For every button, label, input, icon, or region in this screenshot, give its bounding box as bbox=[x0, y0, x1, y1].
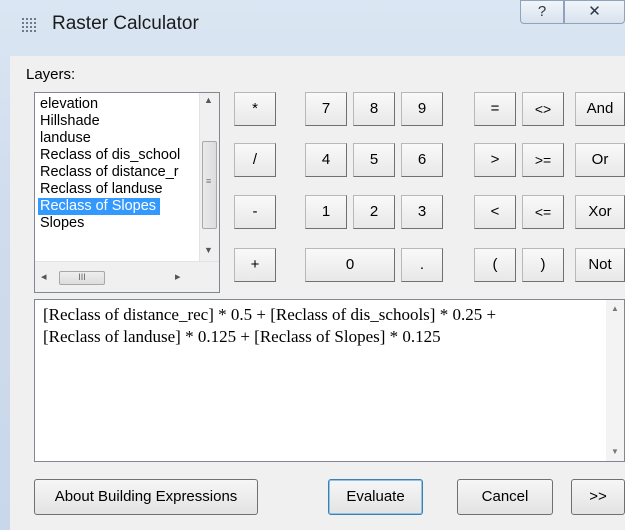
close-paren-button[interactable]: ) bbox=[522, 248, 564, 282]
about-expressions-button[interactable]: About Building Expressions bbox=[34, 479, 258, 515]
scroll-up-icon[interactable]: ▲ bbox=[204, 95, 213, 105]
layers-hscroll-thumb[interactable]: III bbox=[59, 271, 105, 285]
layer-item-slopes[interactable]: Slopes bbox=[40, 215, 88, 232]
layer-item-reclass-slopes[interactable]: Reclass of Slopes bbox=[38, 198, 161, 215]
layers-horizontal-scrollbar[interactable]: ◂ III ▸ bbox=[35, 261, 219, 292]
not-button[interactable]: Not bbox=[575, 248, 625, 282]
equals-button[interactable]: = bbox=[474, 92, 516, 126]
help-icon: ? bbox=[537, 3, 547, 20]
layers-label: Layers: bbox=[26, 66, 76, 83]
expression-editor[interactable]: [Reclass of distance_rec] * 0.5 + [Recla… bbox=[34, 299, 625, 462]
less-equal-button[interactable]: <= bbox=[522, 195, 564, 229]
digit-2-button[interactable]: 2 bbox=[353, 195, 395, 229]
evaluate-button[interactable]: Evaluate bbox=[328, 479, 423, 515]
expression-scrollbar[interactable]: ▲ ▼ bbox=[606, 300, 624, 461]
digit-9-button[interactable]: 9 bbox=[401, 92, 443, 126]
grip-icon: ≡ bbox=[206, 176, 212, 186]
digit-8-button[interactable]: 8 bbox=[353, 92, 395, 126]
greater-equal-button[interactable]: >= bbox=[522, 143, 564, 177]
scroll-right-icon[interactable]: ▸ bbox=[175, 270, 181, 283]
layers-vscroll-thumb[interactable]: ≡ bbox=[202, 141, 217, 229]
subtract-button[interactable]: - bbox=[234, 195, 276, 229]
add-button[interactable]: + bbox=[234, 248, 276, 282]
more-button[interactable]: >> bbox=[571, 479, 625, 515]
open-paren-button[interactable]: ( bbox=[474, 248, 516, 282]
and-button[interactable]: And bbox=[575, 92, 625, 126]
layer-item-reclass-landuse[interactable]: Reclass of landuse bbox=[40, 181, 167, 198]
title-bar[interactable]: Raster Calculator ? ✕ bbox=[0, 0, 625, 56]
layers-vertical-scrollbar[interactable]: ▲ ≡ ▼ bbox=[199, 93, 219, 261]
help-button[interactable]: ? bbox=[520, 0, 564, 24]
expression-text[interactable]: [Reclass of distance_rec] * 0.5 + [Recla… bbox=[43, 304, 588, 348]
scroll-down-icon[interactable]: ▼ bbox=[204, 245, 213, 255]
digit-4-button[interactable]: 4 bbox=[305, 143, 347, 177]
not-equal-button[interactable]: <> bbox=[522, 92, 564, 126]
greater-than-button[interactable]: > bbox=[474, 143, 516, 177]
digit-5-button[interactable]: 5 bbox=[353, 143, 395, 177]
window-title: Raster Calculator bbox=[52, 13, 199, 34]
layer-item-reclass-dis-school[interactable]: Reclass of dis_school bbox=[40, 147, 184, 164]
layers-list[interactable]: elevation Hillshade landuse Reclass of d… bbox=[34, 92, 220, 293]
scroll-left-icon[interactable]: ◂ bbox=[41, 270, 47, 283]
digit-7-button[interactable]: 7 bbox=[305, 92, 347, 126]
digit-6-button[interactable]: 6 bbox=[401, 143, 443, 177]
less-than-button[interactable]: < bbox=[474, 195, 516, 229]
xor-button[interactable]: Xor bbox=[575, 195, 625, 229]
digit-1-button[interactable]: 1 bbox=[305, 195, 347, 229]
digit-3-button[interactable]: 3 bbox=[401, 195, 443, 229]
layer-item-reclass-distance[interactable]: Reclass of distance_r bbox=[40, 164, 183, 181]
scroll-up-icon[interactable]: ▲ bbox=[611, 304, 619, 313]
digit-0-button[interactable]: 0 bbox=[305, 248, 395, 282]
decimal-button[interactable]: . bbox=[401, 248, 443, 282]
layer-item-elevation[interactable]: elevation bbox=[40, 96, 102, 113]
layer-item-hillshade[interactable]: Hillshade bbox=[40, 113, 104, 130]
divide-button[interactable]: / bbox=[234, 143, 276, 177]
app-icon bbox=[22, 18, 38, 34]
layer-item-landuse[interactable]: landuse bbox=[40, 130, 95, 147]
or-button[interactable]: Or bbox=[575, 143, 625, 177]
cancel-button[interactable]: Cancel bbox=[457, 479, 553, 515]
close-icon: ✕ bbox=[588, 3, 601, 20]
raster-calculator-window: Raster Calculator ? ✕ Layers: elevation … bbox=[0, 0, 625, 530]
scroll-down-icon[interactable]: ▼ bbox=[611, 447, 619, 456]
close-button[interactable]: ✕ bbox=[564, 0, 625, 24]
multiply-button[interactable]: * bbox=[234, 92, 276, 126]
